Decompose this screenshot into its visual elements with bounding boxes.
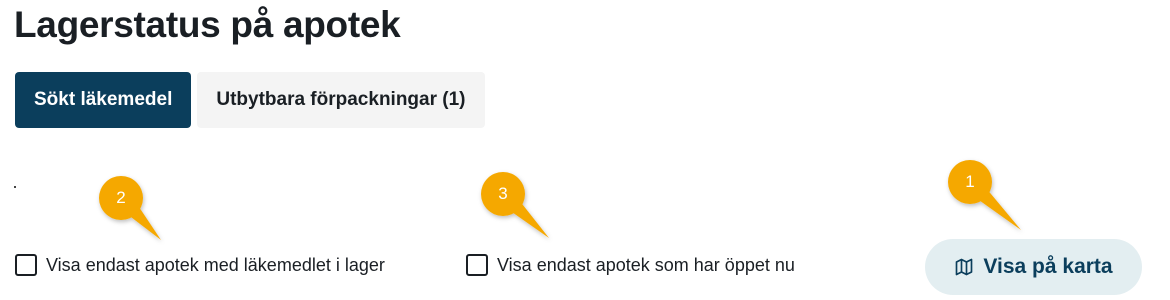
tab-searched-medicine[interactable]: Sökt läkemedel — [15, 72, 192, 128]
map-icon — [956, 258, 973, 276]
annotation-marker-1: 1 — [948, 160, 1028, 240]
filter-open-now[interactable]: Visa endast apotek som har öppet nu — [466, 254, 795, 276]
marker-2-number: 2 — [116, 188, 126, 207]
filter-in-stock[interactable]: Visa endast apotek med läkemedlet i lage… — [15, 254, 385, 276]
marker-3-number: 3 — [498, 184, 508, 203]
open-now-label: Visa endast apotek som har öppet nu — [497, 254, 795, 275]
in-stock-label: Visa endast apotek med läkemedlet i lage… — [46, 254, 385, 275]
tab-replaceable-packages[interactable]: Utbytbara förpackningar (1) — [197, 72, 485, 128]
show-on-map-label: Visa på karta — [983, 255, 1113, 278]
in-stock-checkbox[interactable] — [15, 254, 37, 276]
show-on-map-button[interactable]: Visa på karta — [925, 239, 1142, 295]
page: Lagerstatus på apotek Sökt läkemedel Utb… — [0, 0, 1170, 300]
tab-bar: Sökt läkemedel Utbytbara förpackningar (… — [15, 72, 485, 128]
marker-1-number: 1 — [965, 172, 975, 191]
open-now-checkbox[interactable] — [466, 254, 488, 276]
annotation-marker-3: 3 — [481, 172, 561, 252]
stray-dot — [14, 186, 16, 188]
page-title: Lagerstatus på apotek — [14, 4, 401, 45]
annotation-marker-2: 2 — [99, 176, 179, 256]
